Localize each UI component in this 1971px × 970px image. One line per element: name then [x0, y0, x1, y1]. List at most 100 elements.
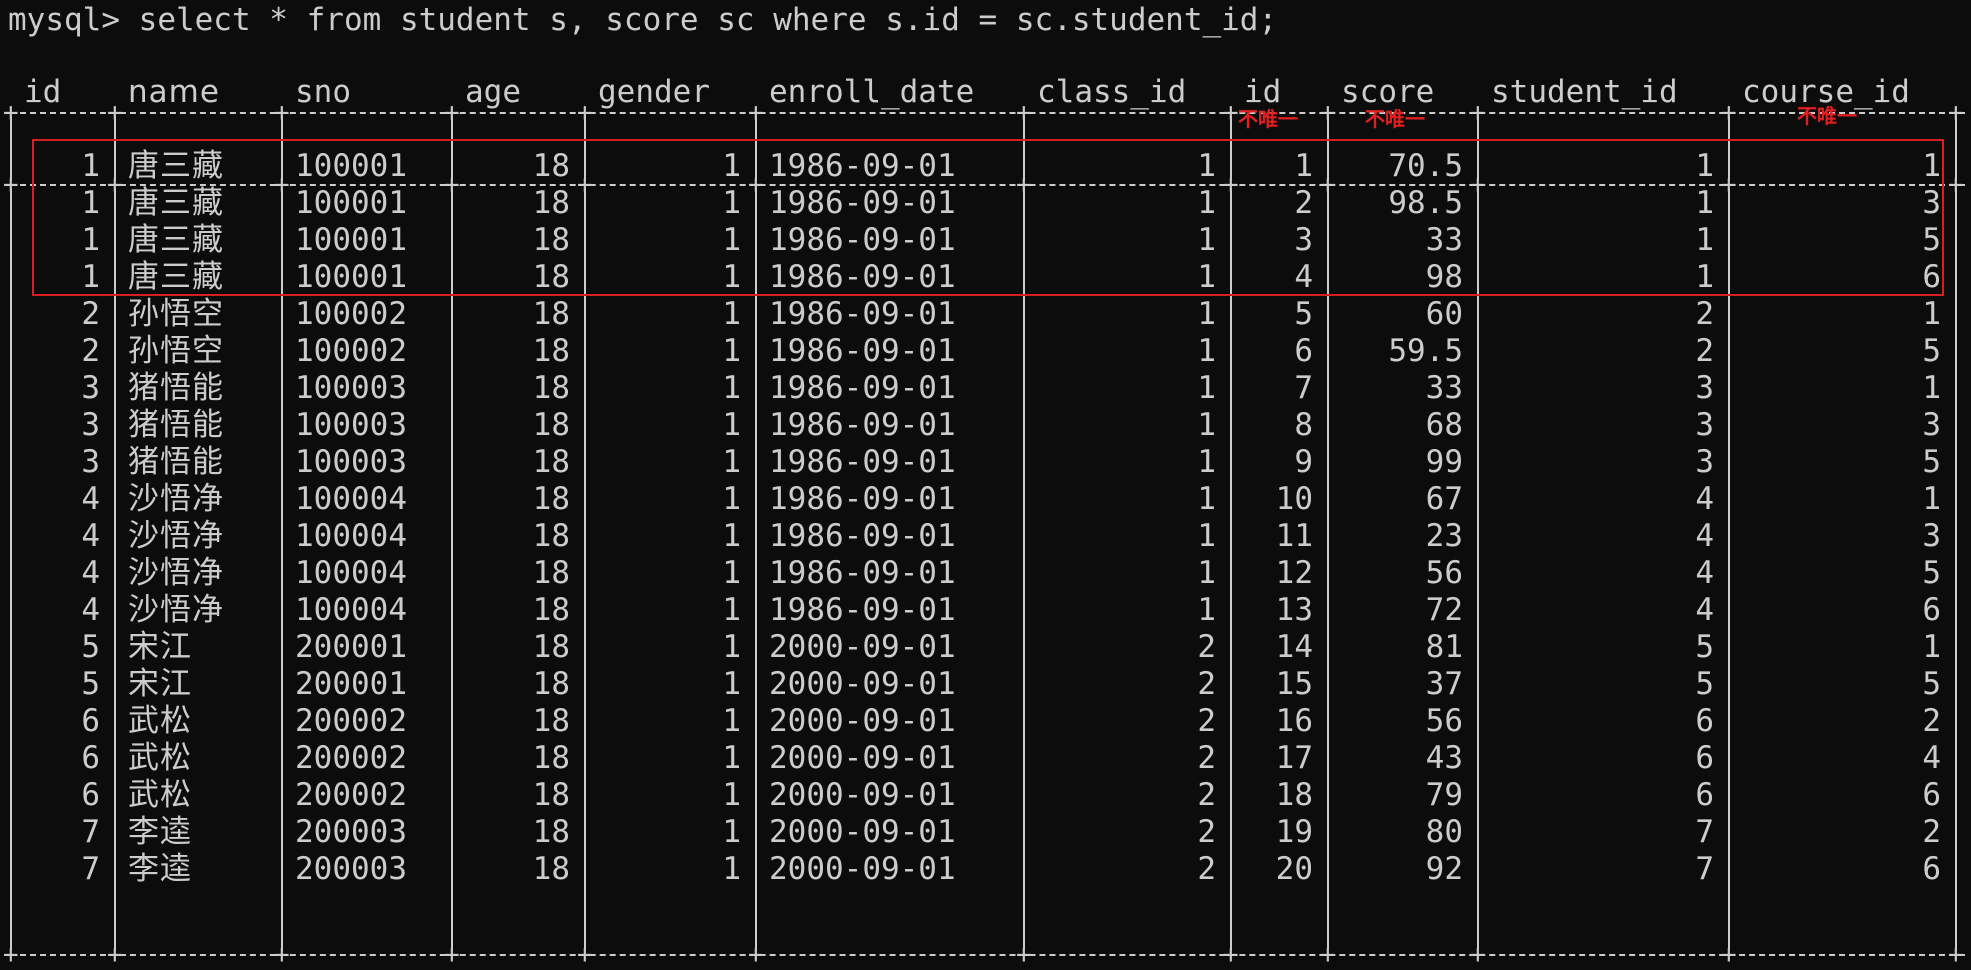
table-cell: 5 [1294, 296, 1313, 332]
table-cell: 1 [1922, 296, 1941, 332]
table-cell: 18 [532, 481, 570, 517]
table-cell: 武松 [128, 740, 192, 776]
table-cell: 1 [722, 703, 741, 739]
table-cell: 18 [532, 814, 570, 850]
table-cell: 3 [81, 444, 100, 480]
table-cell: 18 [532, 777, 570, 813]
highlight-box [32, 139, 1944, 296]
table-cell: 2000-09-01 [769, 666, 956, 702]
table-cell: 200002 [295, 703, 407, 739]
table-cell: 18 [532, 407, 570, 443]
table-cell: 18 [532, 592, 570, 628]
table-cell: 6 [1922, 777, 1941, 813]
table-cell: 4 [1922, 740, 1941, 776]
column-header: student_id [1491, 74, 1678, 110]
table-cell: 2 [1922, 703, 1941, 739]
table-cell: 100004 [295, 518, 407, 554]
table-cell: 1 [1197, 481, 1216, 517]
table-cell: 7 [1695, 851, 1714, 887]
table-cell: 6 [1695, 777, 1714, 813]
table-cell: 7 [1294, 370, 1313, 406]
table-cell: 68 [1425, 407, 1463, 443]
column-header: name [128, 74, 220, 110]
table-cell: 5 [1695, 629, 1714, 665]
table-cell: 2000-09-01 [769, 740, 956, 776]
table-cell: 4 [81, 592, 100, 628]
table-cell: 猪悟能 [128, 370, 224, 406]
table-cell: 4 [81, 518, 100, 554]
table-cell: 1986-09-01 [769, 296, 956, 332]
table-cell: 6 [1922, 851, 1941, 887]
column-divider [1230, 188, 1232, 950]
table-cell: 18 [532, 740, 570, 776]
table-cell: 13 [1275, 592, 1313, 628]
table-cell: 3 [1695, 370, 1714, 406]
table-cell: 1 [1197, 592, 1216, 628]
table-cell: 81 [1425, 629, 1463, 665]
table-cell: 80 [1425, 814, 1463, 850]
table-cell: 2 [1197, 666, 1216, 702]
table-cell: 2 [1197, 777, 1216, 813]
table-cell: 100003 [295, 370, 407, 406]
table-cell: 56 [1425, 555, 1463, 591]
table-cell: 23 [1425, 518, 1463, 554]
table-cell: 100004 [295, 555, 407, 591]
table-cell: 沙悟净 [128, 481, 224, 517]
column-divider [755, 188, 757, 950]
table-cell: 4 [1695, 518, 1714, 554]
table-cell: 武松 [128, 777, 192, 813]
table-cell: 3 [1922, 518, 1941, 554]
column-divider [1327, 188, 1329, 950]
table-cell: 1 [1922, 370, 1941, 406]
table-cell: 6 [1695, 703, 1714, 739]
table-cell: 200002 [295, 740, 407, 776]
table-cell: 200003 [295, 814, 407, 850]
table-cell: 18 [532, 555, 570, 591]
mysql-prompt: mysql> [8, 2, 139, 38]
column-header: sno [295, 74, 351, 110]
table-cell: 1 [1922, 481, 1941, 517]
table-cell: 2 [1197, 814, 1216, 850]
column-divider [10, 116, 12, 180]
table-cell: 59.5 [1388, 333, 1463, 369]
table-cell: 3 [81, 370, 100, 406]
terminal-window[interactable]: mysql> select * from student s, score sc… [0, 0, 1971, 968]
table-cell: 18 [532, 629, 570, 665]
table-cell: 4 [1695, 481, 1714, 517]
table-cell: 18 [532, 444, 570, 480]
table-cell: 8 [1294, 407, 1313, 443]
table-top-border: + + + + + + + + + + + + [3, 100, 1965, 126]
table-cell: 孙悟空 [128, 296, 224, 332]
table-cell: 2 [1695, 296, 1714, 332]
table-cell: 1 [1197, 518, 1216, 554]
table-cell: 1986-09-01 [769, 518, 956, 554]
table-cell: 100002 [295, 333, 407, 369]
table-cell: 100004 [295, 592, 407, 628]
table-cell: 37 [1425, 666, 1463, 702]
table-cell: 5 [1922, 666, 1941, 702]
table-cell: 3 [1695, 444, 1714, 480]
table-cell: 1 [722, 296, 741, 332]
column-divider [1477, 188, 1479, 950]
table-cell: 43 [1425, 740, 1463, 776]
table-cell: 1986-09-01 [769, 555, 956, 591]
table-cell: 72 [1425, 592, 1463, 628]
table-cell: 沙悟净 [128, 592, 224, 628]
table-cell: 1 [722, 407, 741, 443]
table-cell: 7 [81, 851, 100, 887]
table-cell: 100004 [295, 481, 407, 517]
table-cell: 1986-09-01 [769, 407, 956, 443]
table-cell: 1986-09-01 [769, 333, 956, 369]
table-cell: 6 [1294, 333, 1313, 369]
annotation-course-id-not-unique: 不唯一 [1797, 104, 1857, 128]
table-cell: 99 [1425, 444, 1463, 480]
column-divider [1955, 116, 1957, 180]
table-cell: 1 [1197, 296, 1216, 332]
table-cell: 猪悟能 [128, 407, 224, 443]
table-cell: 猪悟能 [128, 444, 224, 480]
column-divider [1023, 188, 1025, 950]
table-cell: 5 [1922, 555, 1941, 591]
column-divider [10, 188, 12, 950]
table-cell: 2 [81, 296, 100, 332]
table-cell: 18 [532, 296, 570, 332]
